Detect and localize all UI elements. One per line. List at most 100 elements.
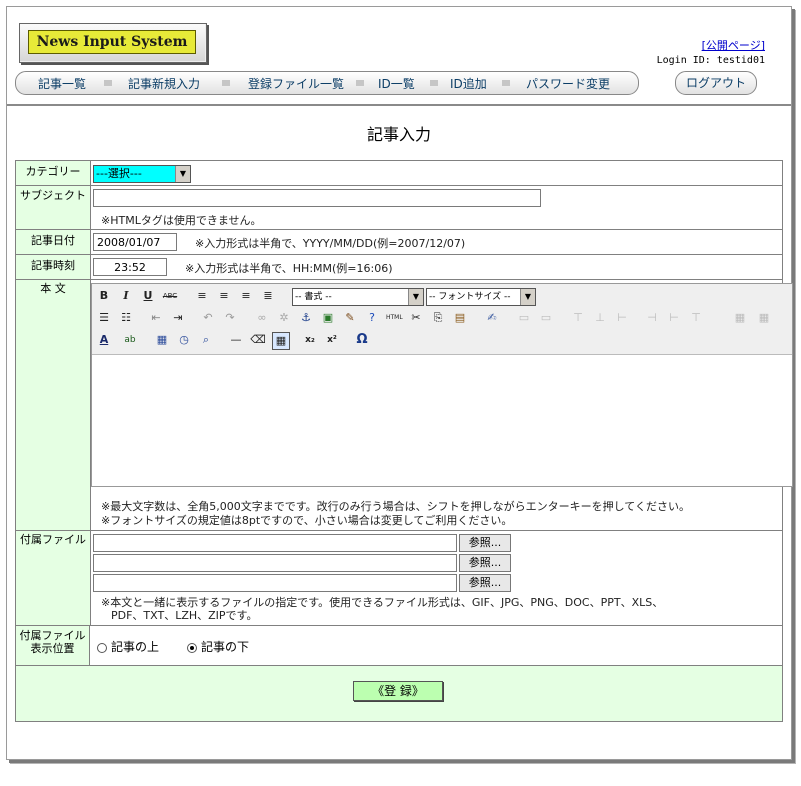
- chevron-down-icon[interactable]: ▼: [175, 166, 190, 182]
- align-justify-icon[interactable]: ≣: [260, 288, 276, 304]
- time-note: ※入力形式は半角で、HH:MM(例=16:06): [185, 262, 393, 275]
- register-button[interactable]: 《登 録》: [353, 681, 443, 701]
- insert-date-icon[interactable]: ▦: [154, 332, 170, 348]
- horizontal-rule-icon[interactable]: —: [228, 332, 244, 348]
- rich-text-editor: B I U ABC ≡ ≡ ≡ ≣ -- 書式 -- ▼ -- フォントサイズ …: [91, 283, 793, 487]
- editor-toolbar: B I U ABC ≡ ≡ ≡ ≣ -- 書式 -- ▼ -- フォントサイズ …: [92, 284, 792, 355]
- bullet-list-icon[interactable]: ☰: [96, 310, 112, 326]
- category-selected-value: ---選択---: [96, 167, 142, 180]
- italic-icon[interactable]: I: [118, 288, 134, 304]
- underline-icon[interactable]: U: [140, 288, 156, 304]
- indent-icon[interactable]: ⇥: [170, 310, 186, 326]
- browse-button-1[interactable]: 参照...: [459, 534, 511, 552]
- nav-item-change-password[interactable]: パスワード変更: [526, 75, 610, 92]
- radio-above[interactable]: [97, 642, 107, 653]
- nav-separator: [356, 80, 364, 86]
- logout-button[interactable]: ログアウト: [675, 71, 757, 95]
- insert-col-before-icon[interactable]: ⊣: [644, 310, 660, 326]
- visual-aid-icon[interactable]: ▦: [272, 332, 290, 350]
- browse-button-3[interactable]: 参照...: [459, 574, 511, 592]
- undo-icon[interactable]: ↶: [200, 310, 216, 326]
- edit-icon[interactable]: ✍: [484, 310, 500, 326]
- position-option-above-label: 記事の上: [111, 640, 160, 654]
- remove-format-icon[interactable]: ⌫: [250, 332, 266, 348]
- copy-icon[interactable]: ⎘: [430, 310, 446, 326]
- attachment-position-label: 付属ファイル 表示位置: [16, 626, 90, 665]
- attachments-note-2: PDF、TXT、LZH、ZIPです。: [111, 609, 258, 622]
- strikethrough-icon[interactable]: ABC: [162, 288, 178, 304]
- chevron-down-icon[interactable]: ▼: [520, 289, 535, 305]
- category-select[interactable]: ---選択--- ▼: [93, 165, 191, 183]
- split-cell-icon[interactable]: ▦: [732, 310, 748, 326]
- date-note: ※入力形式は半角で、YYYY/MM/DD(例=2007/12/07): [195, 237, 466, 250]
- numbered-list-icon[interactable]: ☷: [118, 310, 134, 326]
- merge-cell-icon[interactable]: ▦: [756, 310, 772, 326]
- insert-col-after-icon[interactable]: ⊢: [666, 310, 682, 326]
- anchor-icon[interactable]: ⚓: [298, 310, 314, 326]
- login-id: Login ID: testid01: [656, 55, 765, 66]
- table-row-icon[interactable]: ▭: [516, 310, 532, 326]
- app-window: News Input System [公開ページ] Login ID: test…: [6, 6, 793, 760]
- insert-row-before-icon[interactable]: ⊤: [570, 310, 586, 326]
- browse-button-2[interactable]: 参照...: [459, 554, 511, 572]
- article-form: カテゴリー ---選択--- ▼ サブジェクト ※HTMLタグは使用できません。…: [15, 160, 793, 722]
- public-page-link[interactable]: [公開ページ]: [702, 39, 765, 52]
- unlink-icon[interactable]: ✲: [276, 310, 292, 326]
- nav-bar: 記事一覧 記事新規入力 登録ファイル一覧 ID一覧 ID追加 パスワード変更: [15, 71, 639, 95]
- insert-time-icon[interactable]: ◷: [176, 332, 192, 348]
- nav-item-new-article[interactable]: 記事新規入力: [128, 75, 200, 92]
- paste-icon[interactable]: ▤: [452, 310, 468, 326]
- body-row: 本 文 B I U ABC ≡ ≡ ≡ ≣ -- 書式 -- ▼ -- フォント…: [16, 280, 793, 531]
- help-icon[interactable]: ?: [364, 310, 380, 326]
- delete-col-icon[interactable]: ⊤: [688, 310, 704, 326]
- nav-item-file-list[interactable]: 登録ファイル一覧: [248, 75, 344, 92]
- date-label: 記事日付: [16, 230, 91, 254]
- attachment-input-1[interactable]: [93, 534, 457, 552]
- align-right-icon[interactable]: ≡: [238, 288, 254, 304]
- nav-item-article-list[interactable]: 記事一覧: [38, 75, 86, 92]
- format-select[interactable]: -- 書式 -- ▼: [292, 288, 424, 306]
- outdent-icon[interactable]: ⇤: [148, 310, 164, 326]
- subject-label: サブジェクト: [16, 186, 91, 229]
- attachment-position-row: 付属ファイル 表示位置 記事の上 記事の下: [16, 626, 782, 666]
- redo-icon[interactable]: ↷: [222, 310, 238, 326]
- format-select-value: -- 書式 --: [295, 292, 332, 302]
- nav-item-add-id[interactable]: ID追加: [450, 75, 487, 92]
- date-input[interactable]: [93, 233, 177, 251]
- nav-separator: [502, 80, 510, 86]
- nav-item-id-list[interactable]: ID一覧: [378, 75, 415, 92]
- insert-row-after-icon[interactable]: ⊥: [592, 310, 608, 326]
- font-size-select[interactable]: -- フォントサイズ -- ▼: [426, 288, 536, 306]
- attachment-input-2[interactable]: [93, 554, 457, 572]
- html-icon[interactable]: HTML: [386, 310, 403, 326]
- position-option-below[interactable]: 記事の下: [187, 638, 249, 655]
- link-icon[interactable]: ∞: [254, 310, 270, 326]
- preview-icon[interactable]: ⌕: [198, 332, 214, 348]
- font-color-icon[interactable]: A: [96, 332, 112, 348]
- radio-below[interactable]: [187, 642, 197, 653]
- position-option-above[interactable]: 記事の上: [97, 638, 159, 655]
- editor-content-area[interactable]: [92, 355, 792, 486]
- time-input[interactable]: [93, 258, 167, 276]
- superscript-icon[interactable]: x²: [324, 332, 340, 348]
- subscript-icon[interactable]: x₂: [302, 332, 318, 348]
- cleanup-icon[interactable]: ✎: [342, 310, 358, 326]
- chevron-down-icon[interactable]: ▼: [408, 289, 423, 305]
- subject-input[interactable]: [93, 189, 541, 207]
- font-size-select-value: -- フォントサイズ --: [429, 292, 511, 302]
- cut-icon[interactable]: ✂: [408, 310, 424, 326]
- align-center-icon[interactable]: ≡: [216, 288, 232, 304]
- time-row: 記事時刻 ※入力形式は半角で、HH:MM(例=16:06): [16, 255, 782, 280]
- bold-icon[interactable]: B: [96, 288, 112, 304]
- table-col-icon[interactable]: ▭: [538, 310, 554, 326]
- highlight-icon[interactable]: ab: [122, 332, 138, 348]
- image-icon[interactable]: ▣: [320, 310, 336, 326]
- subject-row: サブジェクト ※HTMLタグは使用できません。: [16, 186, 782, 230]
- position-option-below-label: 記事の下: [201, 640, 250, 654]
- delete-row-icon[interactable]: ⊢: [614, 310, 630, 326]
- attachment-position-label-2: 表示位置: [30, 642, 75, 655]
- time-label: 記事時刻: [16, 255, 91, 279]
- attachment-input-3[interactable]: [93, 574, 457, 592]
- special-char-icon[interactable]: Ω: [354, 332, 370, 348]
- align-left-icon[interactable]: ≡: [194, 288, 210, 304]
